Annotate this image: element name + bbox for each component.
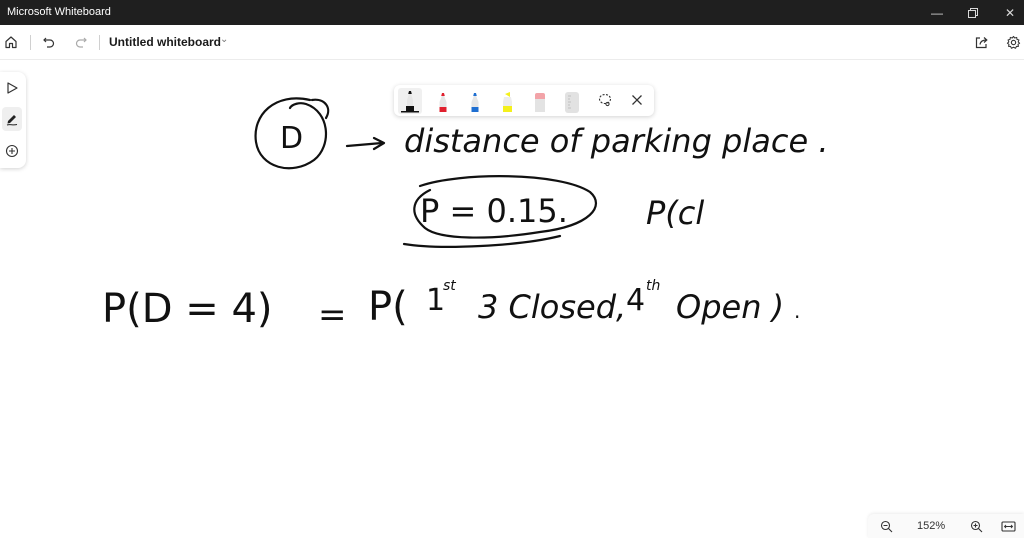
divider [99, 35, 100, 50]
undo-button[interactable] [40, 33, 58, 51]
redo-button[interactable] [72, 33, 90, 51]
ink-text-equals: = [318, 295, 347, 335]
eraser-icon [535, 93, 545, 112]
settings-button[interactable] [1004, 33, 1022, 51]
yellow-highlighter-button[interactable] [495, 88, 519, 114]
ruler-icon [565, 92, 579, 113]
pointer-icon [7, 82, 18, 94]
add-tool-button[interactable] [2, 139, 22, 163]
zoom-controls: 152% [868, 514, 1024, 538]
ink-text-sup-th: th [646, 278, 660, 294]
ink-arrow [345, 136, 386, 151]
share-icon [975, 36, 988, 48]
gear-icon [1006, 35, 1020, 49]
fit-to-screen-icon [1000, 520, 1016, 532]
zoom-level: 152% [917, 520, 946, 532]
black-pen-button[interactable] [398, 88, 422, 114]
share-button[interactable] [972, 33, 990, 51]
app-title: Microsoft Whiteboard [7, 6, 111, 18]
ink-text-fourth: 4 [626, 283, 645, 318]
fit-to-screen-button[interactable] [1000, 518, 1016, 534]
redo-icon [75, 37, 87, 48]
ink-text-sup-st: st [443, 278, 456, 294]
plus-circle-icon [5, 144, 19, 158]
ink-text-open: Open ) [676, 288, 784, 326]
eraser-button[interactable] [528, 88, 552, 114]
app-bar: Untitled whiteboard ⌄ [0, 25, 1024, 60]
red-pen-button[interactable] [431, 88, 455, 114]
pen-icon [6, 115, 18, 126]
select-tool-button[interactable] [2, 76, 22, 100]
ink-text-dot: . [794, 299, 800, 323]
zoom-out-icon [880, 520, 892, 532]
zoom-in-icon [970, 520, 982, 532]
minimize-icon: — [931, 5, 943, 20]
restore-button[interactable] [953, 0, 993, 25]
ink-text-p-cl: P(cl [646, 194, 704, 232]
ink-text-distance: distance of parking place . [404, 122, 828, 160]
ink-text-p-open-paren: P( [368, 284, 408, 330]
whiteboard-canvas[interactable]: D distance of parking place . P = 0.15. … [0, 60, 1024, 538]
whiteboard-title[interactable]: Untitled whiteboard [109, 35, 221, 49]
lasso-select-button[interactable] [596, 91, 614, 109]
blue-pen-icon [471, 93, 479, 112]
ink-circled-d: D [254, 97, 330, 170]
ink-text-p-equals: P = 0.15. [420, 192, 568, 230]
ink-symbol-d: D [280, 121, 303, 156]
undo-icon [43, 37, 55, 48]
ink-text-p-d-4: P(D = 4) [102, 286, 273, 332]
divider [30, 35, 31, 50]
side-toolbar [0, 72, 26, 168]
close-icon [632, 95, 642, 105]
ink-text-3-closed: 3 Closed, [478, 288, 626, 326]
blue-pen-button[interactable] [463, 88, 487, 114]
lasso-select-icon [598, 93, 612, 107]
zoom-out-button[interactable] [878, 518, 894, 534]
ink-boxed-probability: P = 0.15. [402, 175, 597, 248]
restore-icon [968, 7, 978, 18]
home-icon [5, 36, 17, 49]
home-button[interactable] [2, 33, 20, 51]
close-window-button[interactable]: ✕ [990, 0, 1024, 25]
ruler-button[interactable] [560, 88, 584, 114]
close-pen-tray-button[interactable] [628, 91, 646, 109]
red-pen-icon [439, 93, 447, 112]
highlighter-icon [503, 92, 512, 112]
pen-tray [394, 85, 654, 116]
zoom-in-button[interactable] [968, 518, 984, 534]
minimize-button[interactable]: — [917, 0, 957, 25]
black-pen-icon [401, 91, 419, 113]
title-bar: Microsoft Whiteboard — ✕ [0, 0, 1024, 25]
close-icon: ✕ [1004, 5, 1016, 20]
ink-tool-button[interactable] [2, 107, 22, 131]
chevron-down-icon[interactable]: ⌄ [220, 34, 228, 45]
